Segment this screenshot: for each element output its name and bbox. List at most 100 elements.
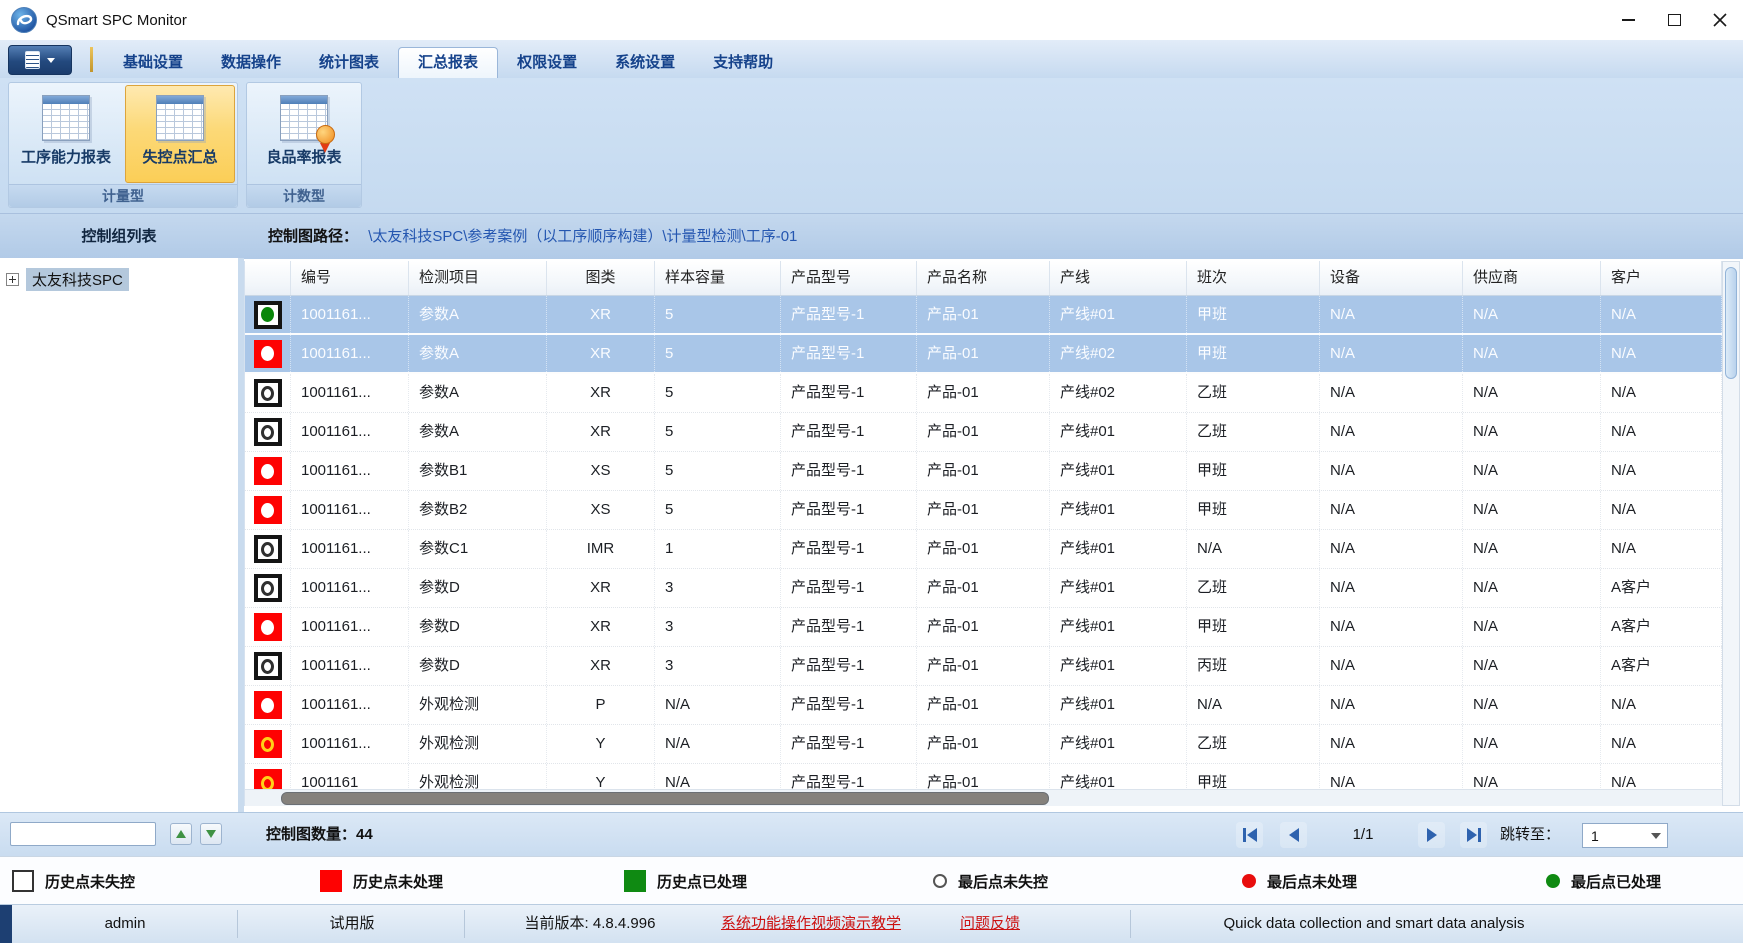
column-header-device[interactable]: 设备: [1320, 261, 1463, 295]
vertical-scrollbar-thumb[interactable]: [1725, 267, 1737, 379]
column-header-line[interactable]: 产线: [1050, 261, 1187, 295]
cell-item: 参数B2: [409, 491, 547, 529]
previous-item-button[interactable]: [170, 823, 192, 845]
cell-n: 3: [655, 608, 781, 646]
next-page-icon: [1427, 828, 1437, 842]
cell-device: N/A: [1320, 452, 1463, 490]
last-page-button[interactable]: [1460, 822, 1487, 848]
expand-plus-icon[interactable]: [6, 273, 19, 286]
tree-node-root[interactable]: 太友科技SPC: [6, 268, 238, 291]
horizontal-scrollbar[interactable]: [245, 789, 1722, 806]
cell-id: 1001161...: [291, 647, 409, 685]
cell-name: 产品-01: [917, 452, 1050, 490]
next-page-button[interactable]: [1418, 822, 1445, 848]
table-row[interactable]: 1001161...参数C1IMR1产品型号-1产品-01产线#01N/AN/A…: [245, 530, 1722, 569]
legend-sq-red-icon: [320, 870, 342, 892]
column-header-n[interactable]: 样本容量: [655, 261, 781, 295]
vertical-scrollbar[interactable]: [1722, 261, 1740, 806]
cell-supplier: N/A: [1463, 569, 1601, 607]
status-icon-red-white: [254, 613, 282, 641]
cell-shift: N/A: [1187, 530, 1320, 568]
video-tutorial-link[interactable]: 系统功能操作视频演示教学: [721, 905, 901, 943]
ribbon-button-工序能力报表[interactable]: 工序能力报表: [11, 85, 121, 183]
column-header-supplier[interactable]: 供应商: [1463, 261, 1601, 295]
chart-path-value[interactable]: \太友科技SPC\参考案例（以工序顺序构建）\计量型检测\工序-01: [368, 228, 797, 245]
column-header-model[interactable]: 产品型号: [781, 261, 917, 295]
column-header-id[interactable]: 编号: [291, 261, 409, 295]
tab-支持帮助[interactable]: 支持帮助: [694, 48, 792, 78]
table-row[interactable]: 1001161...参数B1XS5产品型号-1产品-01产线#01甲班N/AN/…: [245, 452, 1722, 491]
tab-数据操作[interactable]: 数据操作: [202, 48, 300, 78]
cell-supplier: N/A: [1463, 296, 1601, 333]
column-header-chart[interactable]: 图类: [547, 261, 655, 295]
cell-icon: [245, 374, 291, 412]
cell-line: 产线#01: [1050, 764, 1187, 790]
cell-name: 产品-01: [917, 725, 1050, 763]
cell-device: N/A: [1320, 725, 1463, 763]
tab-基础设置[interactable]: 基础设置: [104, 48, 202, 78]
legend-ci-red-icon: [1242, 874, 1256, 888]
column-header-customer[interactable]: 客户: [1601, 261, 1722, 295]
tab-统计图表[interactable]: 统计图表: [300, 48, 398, 78]
application-menu-button[interactable]: [8, 45, 72, 75]
column-header-icon[interactable]: [245, 261, 291, 295]
cell-n: 5: [655, 491, 781, 529]
table-row[interactable]: 1001161...参数DXR3产品型号-1产品-01产线#01丙班N/AN/A…: [245, 647, 1722, 686]
legend-sq-green-icon: [624, 870, 646, 892]
table-row[interactable]: 1001161...参数B2XS5产品型号-1产品-01产线#01甲班N/AN/…: [245, 491, 1722, 530]
cell-shift: 甲班: [1187, 608, 1320, 646]
feedback-link[interactable]: 问题反馈: [960, 905, 1020, 943]
app-logo-icon: [10, 6, 38, 34]
close-button[interactable]: [1697, 0, 1743, 40]
maximize-button[interactable]: [1651, 0, 1697, 40]
cell-icon: [245, 569, 291, 607]
cell-chart: XS: [547, 452, 655, 490]
status-edition: 试用版: [329, 905, 374, 943]
table-row[interactable]: 1001161...参数AXR5产品型号-1产品-01产线#02乙班N/AN/A…: [245, 374, 1722, 413]
cell-id: 1001161...: [291, 335, 409, 372]
cell-model: 产品型号-1: [781, 725, 917, 763]
column-header-shift[interactable]: 班次: [1187, 261, 1320, 295]
chart-count-value: 44: [356, 826, 373, 843]
close-icon: [1713, 13, 1727, 27]
tab-权限设置[interactable]: 权限设置: [498, 48, 596, 78]
arrow-up-icon: [176, 830, 186, 838]
ribbon-button-良品率报表[interactable]: 良品率报表: [249, 85, 359, 183]
table-row[interactable]: 1001161...外观检测PN/A产品型号-1产品-01产线#01N/AN/A…: [245, 686, 1722, 725]
table-row[interactable]: 1001161...参数AXR5产品型号-1产品-01产线#01乙班N/AN/A…: [245, 413, 1722, 452]
ribbon-button-失控点汇总[interactable]: 失控点汇总: [125, 85, 235, 183]
horizontal-scrollbar-thumb[interactable]: [281, 792, 1049, 805]
legend-label: 最后点未处理: [1267, 871, 1357, 892]
report-table-icon: [280, 95, 328, 141]
ribbon-group-计数型: 良品率报表计数型: [246, 82, 362, 208]
previous-page-button[interactable]: [1280, 822, 1307, 848]
minimize-button[interactable]: [1605, 0, 1651, 40]
table-row[interactable]: 1001161...参数DXR3产品型号-1产品-01产线#01乙班N/AN/A…: [245, 569, 1722, 608]
table-row[interactable]: 1001161...参数AXR5产品型号-1产品-01产线#02甲班N/AN/A…: [245, 335, 1722, 374]
table-row[interactable]: 1001161...参数DXR3产品型号-1产品-01产线#01甲班N/AN/A…: [245, 608, 1722, 647]
cell-supplier: N/A: [1463, 413, 1601, 451]
status-icon-white-hollow: [254, 379, 282, 407]
column-header-name[interactable]: 产品名称: [917, 261, 1050, 295]
cell-item: 参数D: [409, 608, 547, 646]
ribbon-groups: 工序能力报表失控点汇总计量型良品率报表计数型: [0, 78, 1743, 213]
tab-系统设置[interactable]: 系统设置: [596, 48, 694, 78]
cell-name: 产品-01: [917, 296, 1050, 333]
tree-search-input[interactable]: [10, 822, 156, 846]
first-page-button[interactable]: [1236, 822, 1263, 848]
page-indicator: 1/1: [1326, 813, 1400, 857]
cell-id: 1001161...: [291, 413, 409, 451]
tree-node-label[interactable]: 太友科技SPC: [26, 268, 129, 291]
window-controls: [1605, 0, 1743, 40]
ribbon-button-label: 工序能力报表: [12, 146, 120, 167]
table-row[interactable]: 1001161...外观检测YN/A产品型号-1产品-01产线#01乙班N/AN…: [245, 725, 1722, 764]
next-item-button[interactable]: [200, 823, 222, 845]
window-title: QSmart SPC Monitor: [46, 12, 187, 29]
cell-shift: 甲班: [1187, 452, 1320, 490]
jump-page-select[interactable]: 1: [1582, 823, 1668, 848]
control-charts-table: 编号检测项目图类样本容量产品型号产品名称产线班次设备供应商客户 1001161.…: [244, 261, 1722, 806]
table-row[interactable]: 1001161外观检测YN/A产品型号-1产品-01产线#01甲班N/AN/AN…: [245, 764, 1722, 790]
table-row[interactable]: 1001161...参数AXR5产品型号-1产品-01产线#01甲班N/AN/A…: [245, 296, 1722, 335]
tab-汇总报表[interactable]: 汇总报表: [398, 47, 498, 78]
column-header-item[interactable]: 检测项目: [409, 261, 547, 295]
